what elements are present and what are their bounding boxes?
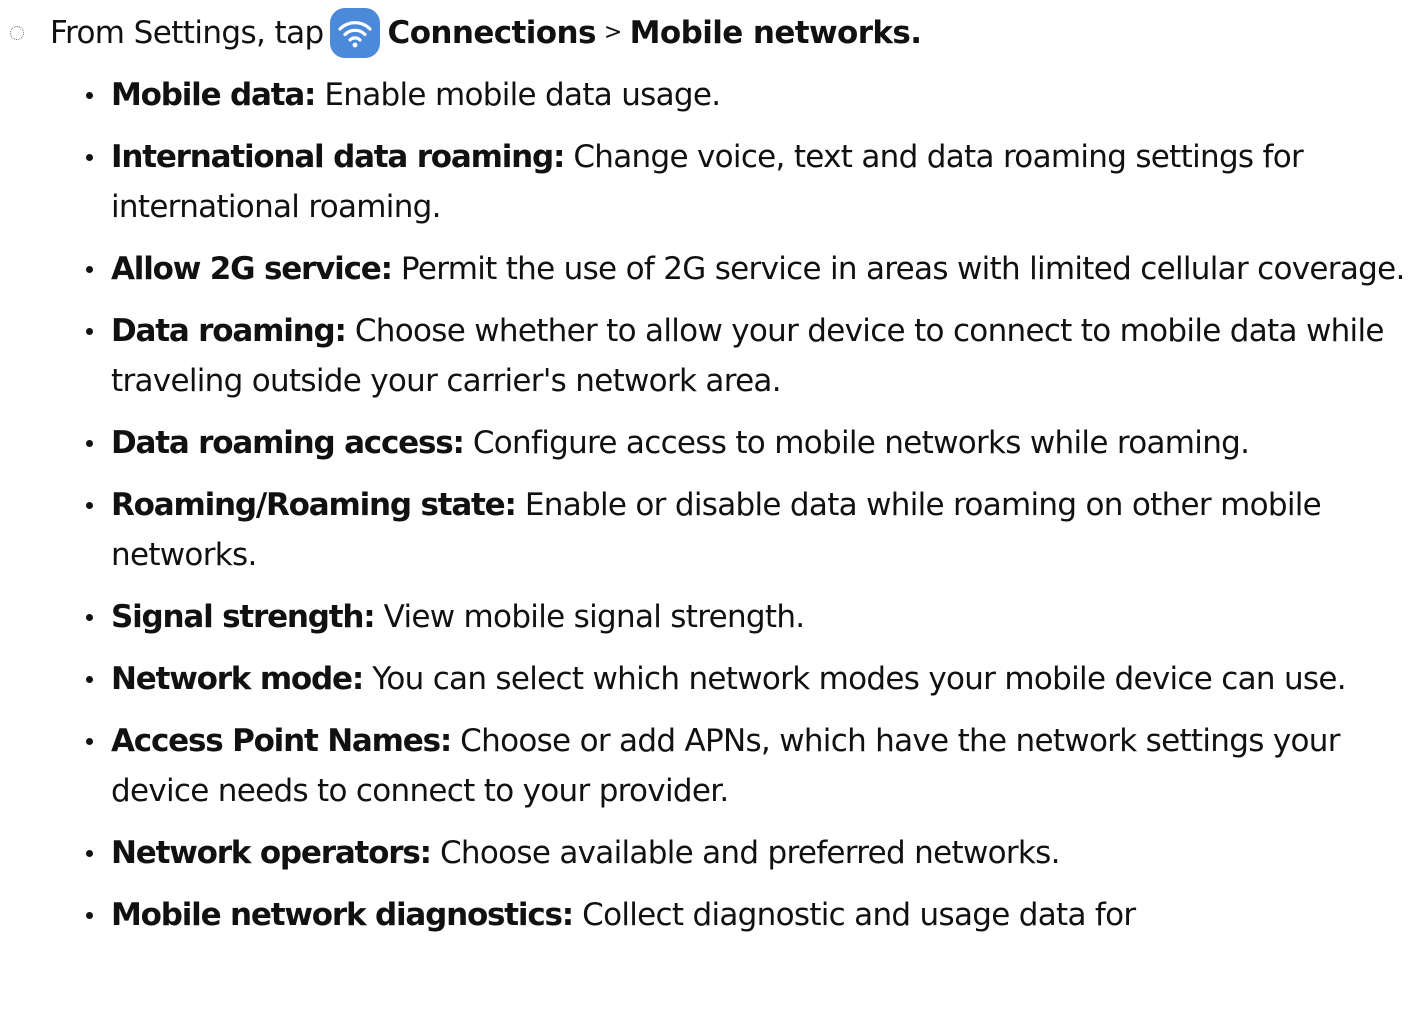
item-term: Mobile data: xyxy=(111,77,316,113)
item-term: International data roaming: xyxy=(111,139,565,175)
list-item: Signal strength: View mobile signal stre… xyxy=(0,592,1425,642)
item-description: Configure access to mobile networks whil… xyxy=(463,425,1250,461)
step-period: . xyxy=(910,15,922,51)
item-description: Enable mobile data usage. xyxy=(315,77,721,113)
list-item: Access Point Names: Choose or add APNs, … xyxy=(0,716,1425,816)
bullet-dot xyxy=(86,614,93,621)
item-description: Permit the use of 2G service in areas wi… xyxy=(391,251,1405,287)
instruction-step: From Settings, tap Connections > Mobile … xyxy=(10,8,922,58)
list-item: Roaming/Roaming state: Enable or disable… xyxy=(0,480,1425,580)
bullet-dot xyxy=(86,912,93,919)
bullet-dot xyxy=(86,440,93,447)
list-item: Data roaming: Choose whether to allow yo… xyxy=(0,306,1425,406)
item-description: View mobile signal strength. xyxy=(374,599,806,635)
list-item: Data roaming access: Configure access to… xyxy=(0,418,1425,468)
item-description: Choose available and preferred networks. xyxy=(430,835,1061,871)
item-term: Signal strength: xyxy=(111,599,376,635)
list-item: Allow 2G service: Permit the use of 2G s… xyxy=(0,244,1425,294)
bullet-dot xyxy=(86,328,93,335)
item-term: Access Point Names: xyxy=(111,723,452,759)
list-item: Mobile network diagnostics: Collect diag… xyxy=(0,890,1425,940)
mobile-network-settings-list: Mobile data: Enable mobile data usage. I… xyxy=(0,70,1425,952)
bullet-dot xyxy=(86,850,93,857)
bullet-dot xyxy=(86,738,93,745)
list-item: Network mode: You can select which netwo… xyxy=(0,654,1425,704)
list-item: Network operators: Choose available and … xyxy=(0,828,1425,878)
bullet-dot xyxy=(86,92,93,99)
bullet-dot xyxy=(86,154,93,161)
item-term: Data roaming access: xyxy=(111,425,465,461)
list-item: Mobile data: Enable mobile data usage. xyxy=(0,70,1425,120)
mobile-networks-label: Mobile networks xyxy=(629,15,911,51)
item-description: Collect diagnostic and usage data for xyxy=(572,897,1136,933)
item-term: Mobile network diagnostics: xyxy=(111,897,574,933)
bullet-dot xyxy=(86,502,93,509)
item-term: Roaming/Roaming state: xyxy=(111,487,517,523)
wifi-icon xyxy=(329,8,380,58)
item-term: Data roaming: xyxy=(111,313,347,349)
step-prefix: From Settings, tap xyxy=(50,15,324,51)
item-term: Network mode: xyxy=(111,661,364,697)
list-item: International data roaming: Change voice… xyxy=(0,132,1425,232)
dotted-circle-bullet-icon xyxy=(10,26,24,40)
item-term: Network operators: xyxy=(111,835,432,871)
breadcrumb-separator: > xyxy=(603,19,622,45)
bullet-dot xyxy=(86,676,93,683)
connections-label: Connections xyxy=(387,15,597,51)
bullet-dot xyxy=(86,266,93,273)
item-description: You can select which network modes your … xyxy=(363,661,1346,697)
item-term: Allow 2G service: xyxy=(111,251,393,287)
